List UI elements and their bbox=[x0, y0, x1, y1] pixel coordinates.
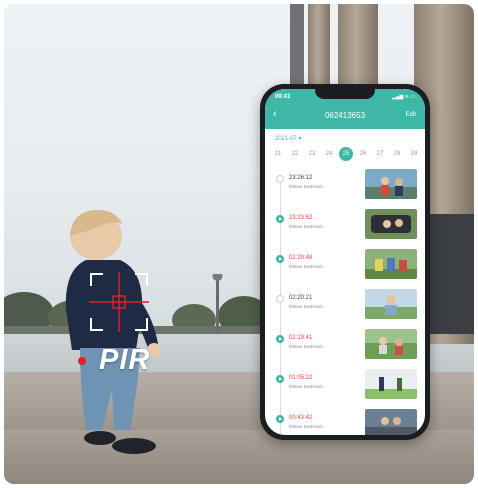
event-row[interactable]: 02:20:48 Motion Detection bbox=[265, 249, 425, 289]
date-item[interactable]: 28 bbox=[390, 147, 404, 161]
event-label: Motion Detection bbox=[289, 224, 323, 229]
date-strip: 21 22 23 24 25 26 27 28 29 bbox=[271, 147, 421, 161]
date-item[interactable]: 21 bbox=[271, 147, 285, 161]
event-label: Motion Detection bbox=[289, 264, 323, 269]
date-item[interactable]: 23 bbox=[305, 147, 319, 161]
month-selector[interactable]: 2021-07 ▾ bbox=[275, 135, 302, 142]
event-time: 02:20:21 bbox=[289, 295, 313, 301]
event-row[interactable]: 02:20:21 Motion Detection bbox=[265, 289, 425, 329]
app-screen: 09:41 ▂▄▆ ≋ ▭ ‹ 062413653 Edit 2021-07 ▾… bbox=[265, 89, 425, 435]
timeline-dot-icon bbox=[276, 295, 284, 303]
edit-button[interactable]: Edit bbox=[406, 112, 416, 118]
status-icons: ▂▄▆ ≋ ▭ bbox=[392, 94, 415, 100]
event-thumbnail[interactable] bbox=[365, 369, 417, 399]
date-item[interactable]: 26 bbox=[356, 147, 370, 161]
event-thumbnail[interactable] bbox=[365, 409, 417, 435]
date-item[interactable]: 24 bbox=[322, 147, 336, 161]
event-label: Motion Detection bbox=[289, 384, 323, 389]
event-row[interactable]: 23:23:52 Motion Detection bbox=[265, 209, 425, 249]
play-icon bbox=[276, 255, 284, 263]
event-time: 02:20:48 bbox=[289, 255, 313, 261]
event-row[interactable]: 02:19:41 Motion Detection bbox=[265, 329, 425, 369]
play-icon bbox=[276, 215, 284, 223]
promo-image: PIR 09:41 ▂▄▆ ≋ ▭ ‹ 062413653 Edit 2021-… bbox=[4, 4, 474, 484]
date-item[interactable]: 29 bbox=[407, 147, 421, 161]
date-item[interactable]: 27 bbox=[373, 147, 387, 161]
pir-label: PIR bbox=[99, 344, 151, 376]
pir-detection-crosshair bbox=[89, 272, 149, 332]
event-time: 02:19:41 bbox=[289, 335, 313, 341]
date-item[interactable]: 22 bbox=[288, 147, 302, 161]
event-thumbnail[interactable] bbox=[365, 169, 417, 199]
pir-indicator-dot bbox=[78, 357, 86, 365]
event-label: Motion Detection bbox=[289, 304, 323, 309]
event-thumbnail[interactable] bbox=[365, 289, 417, 319]
event-label: Motion Detection bbox=[289, 184, 323, 189]
event-time: 23:23:52 bbox=[289, 215, 313, 221]
play-icon bbox=[276, 375, 284, 383]
event-time: 00:43:42 bbox=[289, 415, 313, 421]
timeline-dot-icon bbox=[276, 175, 284, 183]
event-thumbnail[interactable] bbox=[365, 249, 417, 279]
play-icon bbox=[276, 335, 284, 343]
event-thumbnail[interactable] bbox=[365, 209, 417, 239]
device-title: 062413653 bbox=[324, 111, 366, 120]
smartphone: 09:41 ▂▄▆ ≋ ▭ ‹ 062413653 Edit 2021-07 ▾… bbox=[260, 84, 430, 440]
event-time: 23:26:12 bbox=[289, 175, 313, 181]
event-label: Motion Detection bbox=[289, 344, 323, 349]
event-row[interactable]: 00:43:42 Motion Detection bbox=[265, 409, 425, 435]
event-row[interactable]: 01:05:22 Motion Detection bbox=[265, 369, 425, 409]
phone-notch bbox=[315, 89, 375, 99]
play-icon bbox=[276, 415, 284, 423]
date-item-selected[interactable]: 25 bbox=[339, 147, 353, 161]
event-row[interactable]: 23:26:12 Motion Detection bbox=[265, 169, 425, 209]
event-thumbnail[interactable] bbox=[365, 329, 417, 359]
status-time: 09:41 bbox=[275, 94, 291, 100]
event-label: Motion Detection bbox=[289, 424, 323, 429]
event-time: 01:05:22 bbox=[289, 375, 313, 381]
